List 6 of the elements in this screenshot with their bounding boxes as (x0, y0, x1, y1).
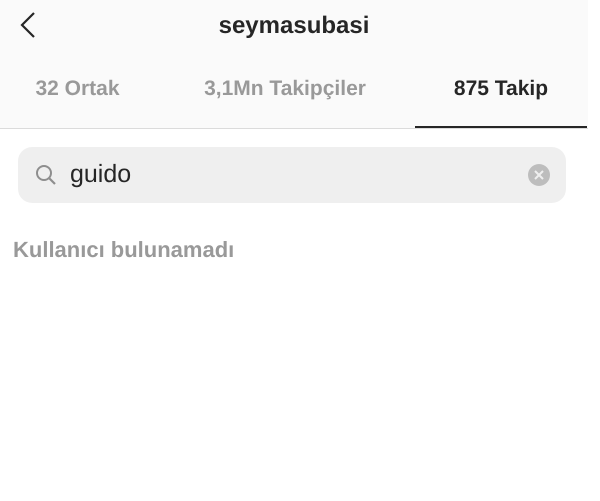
no-results-message: Kullanıcı bulunamadı (13, 237, 234, 262)
search-field[interactable]: guido (18, 147, 566, 203)
tab[interactable]: 875 Takip (415, 52, 587, 128)
window-title: seymasubasi (218, 11, 370, 41)
search-icon (34, 163, 58, 187)
search-text: guido (70, 159, 132, 190)
